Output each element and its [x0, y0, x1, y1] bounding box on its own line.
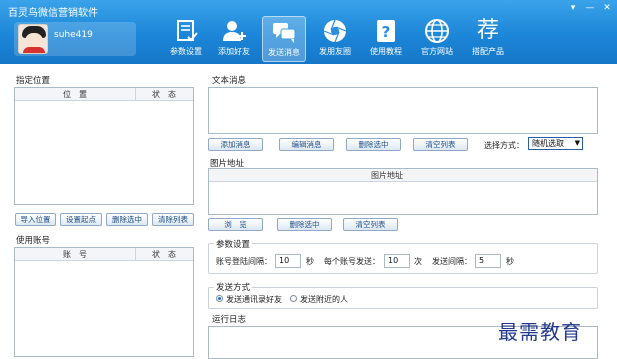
delete-selected-message-button[interactable]: 删除选中	[346, 138, 401, 151]
account-col-status[interactable]: 状 态	[135, 248, 193, 261]
login-interval-input[interactable]: 10	[275, 254, 301, 268]
menu-dropdown-icon[interactable]: ▾	[566, 2, 580, 14]
send-interval-input[interactable]: 5	[475, 254, 501, 268]
watermark-text: 最需教育	[498, 320, 582, 344]
position-title: 指定位置	[16, 76, 51, 86]
clear-image-list-button[interactable]: 清空列表	[343, 218, 398, 231]
account-table-header: 账 号 状 态	[15, 248, 193, 261]
position-col-position[interactable]: 位 置	[15, 88, 135, 101]
send-nearby-radio[interactable]	[290, 295, 297, 302]
add-user-icon	[223, 21, 246, 41]
import-position-button[interactable]: 导入位置	[15, 213, 56, 226]
avatar[interactable]	[18, 24, 48, 54]
edit-message-button[interactable]: 编辑消息	[279, 138, 334, 151]
position-table-header: 位 置 状 态	[15, 88, 193, 101]
svg-text:?: ?	[382, 23, 391, 41]
chevron-down-icon: ▼	[574, 139, 580, 147]
recommend-icon: 荐	[476, 18, 499, 43]
image-list[interactable]: 图片地址	[208, 168, 598, 215]
nav-moments[interactable]: 发朋友圈	[313, 16, 357, 62]
nav-send-message-label: 发送消息	[268, 48, 300, 57]
image-col-path[interactable]: 图片地址	[209, 169, 565, 182]
chat-bubbles-icon	[273, 23, 296, 43]
params-title: 参数设置	[214, 238, 253, 250]
minimize-button[interactable]: —	[583, 2, 597, 14]
image-list-header: 图片地址	[209, 169, 597, 182]
account-title: 使用账号	[16, 236, 51, 246]
per-account-input[interactable]: 10	[384, 254, 410, 268]
account-col-account[interactable]: 账 号	[15, 248, 135, 261]
send-contacts-label[interactable]: 发送通讯录好友	[226, 294, 282, 305]
help-book-icon: ?	[377, 20, 395, 42]
close-button[interactable]: ✕	[600, 2, 614, 14]
nav-products[interactable]: 荐 搭配产品	[466, 16, 510, 62]
nav-params[interactable]: 参数设置	[164, 16, 208, 62]
send-mode-title: 发送方式	[214, 281, 253, 293]
browse-button[interactable]: 浏 览	[208, 218, 263, 231]
nav-products-label: 搭配产品	[472, 47, 504, 56]
send-contacts-radio[interactable]	[216, 295, 223, 302]
nav-website-label: 官方网站	[421, 47, 453, 56]
log-title: 运行日志	[212, 315, 247, 325]
nav-moments-label: 发朋友圈	[319, 47, 351, 56]
send-nearby-label[interactable]: 发送附近的人	[300, 294, 348, 305]
delete-selected-position-button[interactable]: 删除选中	[106, 213, 148, 226]
login-interval-unit: 秒	[306, 257, 314, 266]
document-check-icon	[177, 20, 198, 42]
per-account-unit: 次	[414, 257, 422, 266]
nav-add-friend[interactable]: 添加好友	[212, 16, 256, 62]
delete-selected-image-button[interactable]: 删除选中	[277, 218, 332, 231]
nav-tutorial-label: 使用教程	[370, 47, 402, 56]
select-mode-value: 随机选取	[532, 139, 564, 148]
nav-params-label: 参数设置	[170, 47, 202, 56]
app-window: 百灵鸟微信营销软件 ▾ — ✕ suhe419 参数设置 添加好友 发送消息 发…	[0, 0, 617, 359]
send-interval-label: 发送间隔：	[432, 257, 472, 266]
user-card[interactable]: suhe419	[14, 22, 136, 56]
select-mode-label: 选择方式：	[484, 141, 524, 150]
nav-tutorial[interactable]: ? 使用教程	[364, 16, 408, 62]
text-message-label: 文本消息	[212, 76, 247, 86]
header-bar: 百灵鸟微信营销软件 ▾ — ✕ suhe419 参数设置 添加好友 发送消息 发…	[0, 0, 617, 64]
nav-add-friend-label: 添加好友	[218, 47, 250, 56]
position-table[interactable]: 位 置 状 态	[14, 87, 194, 205]
account-table[interactable]: 账 号 状 态	[14, 247, 194, 357]
select-mode-dropdown[interactable]: 随机选取 ▼	[528, 137, 583, 150]
nav-website[interactable]: 官方网站	[415, 16, 459, 62]
clear-position-list-button[interactable]: 清除列表	[152, 213, 194, 226]
nav-send-message[interactable]: 发送消息	[262, 16, 306, 62]
login-interval-label: 账号登陆间隔：	[216, 257, 272, 266]
globe-icon	[425, 19, 449, 43]
text-message-list[interactable]	[208, 87, 598, 134]
shutter-icon	[323, 19, 347, 43]
send-interval-unit: 秒	[506, 257, 514, 266]
add-message-button[interactable]: 添加消息	[208, 138, 263, 151]
username: suhe419	[54, 30, 93, 40]
window-title: 百灵鸟微信营销软件	[8, 8, 98, 19]
set-start-button[interactable]: 设置起点	[60, 213, 102, 226]
clear-message-list-button[interactable]: 清空列表	[413, 138, 468, 151]
per-account-label: 每个账号发送：	[324, 257, 380, 266]
position-col-status[interactable]: 状 态	[135, 88, 193, 101]
